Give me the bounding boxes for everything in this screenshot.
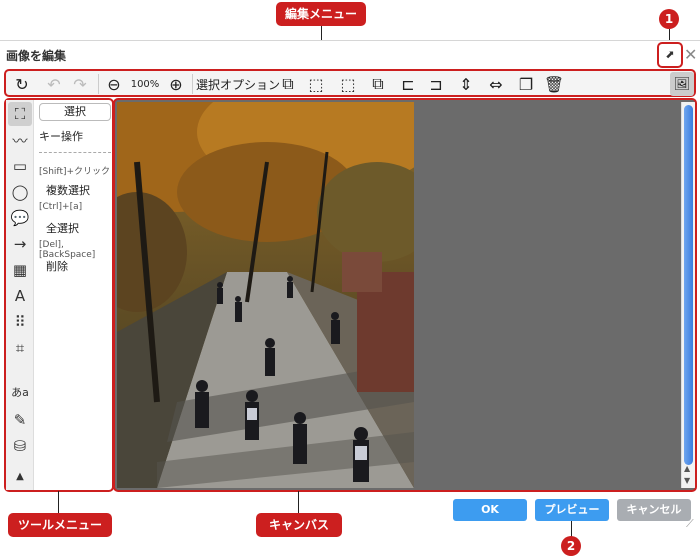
align-right-icon[interactable]: ⊐: [424, 72, 448, 96]
shortcut-key: [Del],[BackSpace]: [39, 240, 96, 260]
balloon-tool-icon[interactable]: 💬: [8, 206, 32, 230]
copy-icon[interactable]: ❐: [514, 72, 538, 96]
shortcut-key: [Ctrl]+[a]: [39, 202, 83, 212]
reset-icon[interactable]: ↻: [10, 72, 34, 96]
select-tool-icon[interactable]: ⛶: [8, 102, 32, 126]
tool-menu-callout: ツールメニュー: [8, 513, 112, 537]
vertical-scrollbar[interactable]: ▲ ▼: [681, 102, 695, 488]
scroll-up-icon[interactable]: ▲: [684, 464, 690, 473]
image-canvas[interactable]: ▲ ▼: [113, 98, 697, 492]
arrow-tool-icon[interactable]: →: [8, 232, 32, 256]
dialog-title: 画像を編集: [6, 49, 67, 63]
cancel-button[interactable]: キャンセル: [617, 499, 691, 521]
zoom-in-icon[interactable]: ⊕: [164, 72, 188, 96]
fill-color-icon[interactable]: ⛁: [8, 434, 32, 458]
preview-button[interactable]: プレビュー: [535, 499, 609, 521]
tool-menu: ⛶ 〰 ▭ ◯ 💬 → ▦ A ⠿ ⌗ あa ✎ ⛁ ▲ 選択 キー操作 [Sh…: [4, 98, 114, 492]
mosaic-tool-icon[interactable]: ⠿: [8, 310, 32, 334]
select-option-label: 選択オプション: [196, 78, 281, 92]
undo-icon[interactable]: ↶: [42, 72, 66, 96]
shortcut-action: 複数選択: [46, 184, 90, 197]
mask-tool-icon[interactable]: ▦: [8, 258, 32, 282]
flip-horizontal-icon[interactable]: ⇔: [484, 72, 508, 96]
image-insert-icon[interactable]: ▲: [8, 464, 32, 488]
divider: [39, 152, 111, 153]
tool-column: ⛶ 〰 ▭ ◯ 💬 → ▦ A ⠿ ⌗ あa ✎ ⛁ ▲: [6, 100, 34, 490]
scroll-down-icon[interactable]: ▼: [684, 476, 690, 485]
edited-photo[interactable]: [117, 102, 414, 488]
photo-illustration: [117, 102, 414, 488]
freehand-tool-icon[interactable]: 〰: [8, 128, 32, 152]
forward-icon[interactable]: ⬚: [304, 72, 328, 96]
callout-badge-1: 1: [659, 9, 679, 29]
back-icon[interactable]: ⧉: [366, 72, 390, 96]
scrollbar-thumb[interactable]: [684, 105, 693, 465]
key-ops-title: キー操作: [39, 130, 83, 143]
callout-badge-2: 2: [561, 536, 581, 556]
dialog-titlebar: 画像を編集 ⬈ ✕: [0, 41, 700, 68]
resize-grip-icon[interactable]: ⟋: [686, 517, 694, 531]
text-tool-icon[interactable]: A: [8, 284, 32, 308]
close-icon[interactable]: ✕: [684, 45, 697, 64]
backward-icon[interactable]: ⬚: [336, 72, 360, 96]
select-label: 選択: [39, 103, 111, 121]
line-color-icon[interactable]: ✎: [8, 408, 32, 432]
rectangle-tool-icon[interactable]: ▭: [8, 154, 32, 178]
badge-2-line: [571, 521, 572, 537]
front-icon[interactable]: ⧉: [276, 72, 300, 96]
edit-image-dialog: 画像を編集 ⬈ ✕ ↻ ↶ ↷ ⊖ 100% ⊕ 選択オプション ⧉ ⬚ ⬚ ⧉…: [0, 40, 700, 560]
crop-tool-icon[interactable]: ⌗: [8, 336, 32, 360]
canvas-callout-line: [298, 491, 299, 513]
edit-menu-callout: 編集メニュー: [276, 2, 366, 26]
screen: 編集メニュー 1 画像を編集 ⬈ ✕ ↻ ↶ ↷ ⊖ 100% ⊕ 選択オプショ…: [0, 0, 700, 560]
image-lock-icon[interactable]: 🖼: [670, 72, 694, 96]
shortcut-key: [Shift]+クリック: [39, 167, 111, 177]
shortcut-action: 全選択: [46, 222, 79, 235]
edit-toolbar: ↻ ↶ ↷ ⊖ 100% ⊕ 選択オプション ⧉ ⬚ ⬚ ⧉ ⊏ ⊐ ⇕ ⇔ ❐…: [4, 69, 696, 97]
canvas-callout: キャンバス: [256, 513, 342, 537]
font-size-icon[interactable]: あa: [8, 380, 32, 404]
shortcut-action: 削除: [46, 260, 68, 273]
popout-icon[interactable]: ⬈: [657, 42, 683, 68]
ellipse-tool-icon[interactable]: ◯: [8, 180, 32, 204]
zoom-level: 100%: [130, 78, 160, 90]
zoom-out-icon[interactable]: ⊖: [102, 72, 126, 96]
align-left-icon[interactable]: ⊏: [396, 72, 420, 96]
redo-icon[interactable]: ↷: [68, 72, 92, 96]
flip-vertical-icon[interactable]: ⇕: [454, 72, 478, 96]
tool-menu-callout-line: [58, 491, 59, 513]
trash-icon[interactable]: 🗑: [542, 72, 566, 96]
ok-button[interactable]: OK: [453, 499, 527, 521]
